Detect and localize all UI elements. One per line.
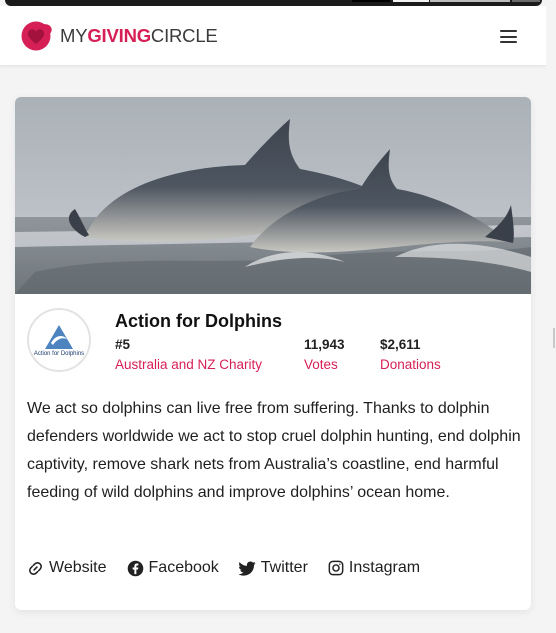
- site-header: MYGIVINGCIRCLE: [0, 6, 546, 66]
- charity-logo-badge: Action for Dolphins: [27, 308, 91, 372]
- donations-link[interactable]: Donations: [380, 357, 441, 372]
- hamburger-menu-icon[interactable]: [500, 30, 517, 43]
- facebook-icon: [127, 560, 143, 576]
- logo-wordmark-part1: MY: [60, 25, 88, 46]
- charity-name: Action for Dolphins: [115, 311, 282, 331]
- instagram-icon: [328, 560, 344, 576]
- rank-value: #5: [115, 337, 131, 352]
- website-link[interactable]: Website: [27, 559, 107, 577]
- votes-link[interactable]: Votes: [304, 357, 345, 372]
- logo-wordmark: MYGIVINGCIRCLE: [60, 25, 218, 47]
- logo-wordmark-part3: CIRCLE: [150, 25, 218, 46]
- instagram-link-label: Instagram: [348, 559, 421, 576]
- social-links: Website Facebook Twitter Instagram: [27, 559, 440, 577]
- votes-value: 11,943: [304, 337, 345, 352]
- facebook-link[interactable]: Facebook: [127, 559, 219, 577]
- donations-value: $2,611: [380, 337, 421, 352]
- charity-logo-text: Action for Dolphins: [33, 351, 85, 357]
- charity-card: Action for Dolphins Action for Dolphins …: [15, 97, 531, 610]
- twitter-link-label: Twitter: [260, 559, 308, 576]
- category-link[interactable]: Australia and NZ Charity: [115, 357, 262, 372]
- heart-circle-logo-icon: [21, 21, 52, 51]
- dolphins-hero-image: [15, 97, 531, 294]
- link-icon: [29, 561, 42, 575]
- rank-stat: #5 Australia and NZ Charity: [115, 337, 262, 372]
- facebook-link-label: Facebook: [148, 559, 219, 576]
- logo-wordmark-part2: GIVING: [87, 25, 151, 46]
- right-edge-scroll-area: [546, 0, 556, 633]
- site-logo[interactable]: MYGIVINGCIRCLE: [20, 20, 218, 52]
- twitter-icon: [238, 560, 256, 576]
- instagram-link[interactable]: Instagram: [328, 559, 420, 577]
- charity-description: We act so dolphins can live free from su…: [27, 400, 521, 501]
- dolphin-emblem-icon: [45, 325, 73, 349]
- twitter-link[interactable]: Twitter: [238, 559, 308, 577]
- votes-stat: 11,943 Votes: [304, 337, 345, 372]
- website-link-label: Website: [49, 559, 107, 576]
- donations-stat: $2,611 Donations: [380, 337, 441, 372]
